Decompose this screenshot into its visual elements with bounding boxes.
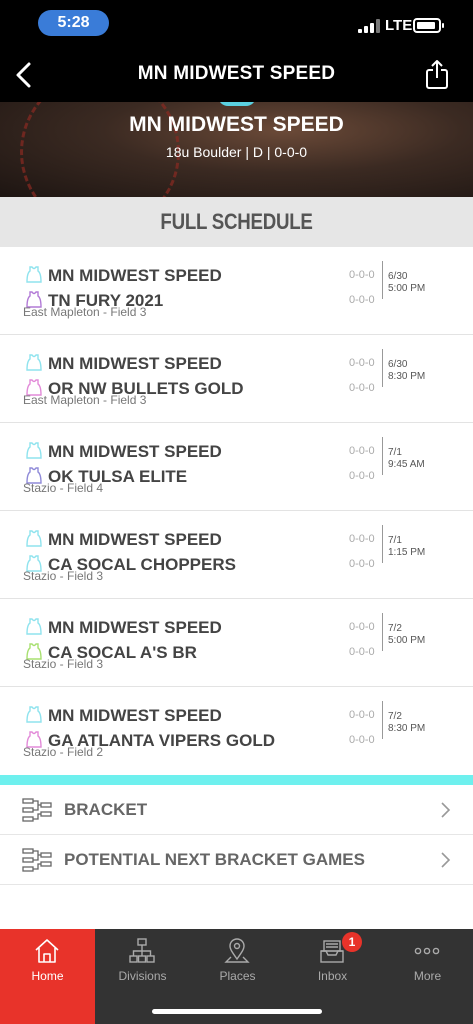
tab-home[interactable]: Home (0, 929, 95, 1024)
divisions-icon (129, 938, 155, 963)
team-home-name: MN MIDWEST SPEED (48, 266, 222, 285)
share-button[interactable] (421, 58, 453, 92)
potential-bracket-games-link[interactable]: POTENTIAL NEXT BRACKET GAMES (0, 835, 473, 885)
game-time: 9:45 AM (388, 459, 425, 470)
bracket-links: BRACKET POTENTIAL NEXT BRACKET GAMES (0, 785, 473, 885)
team-away-record: 0-0-0 (349, 646, 375, 658)
team-home-record: 0-0-0 (349, 621, 375, 633)
team-home-name: MN MIDWEST SPEED (48, 618, 222, 637)
signal-icon (358, 19, 380, 33)
chevron-right-icon (441, 802, 451, 818)
game-date: 7/2 (388, 623, 402, 634)
game-row[interactable]: MN MIDWEST SPEED TN FURY 2021 East Maple… (0, 247, 473, 335)
back-button[interactable] (10, 58, 44, 92)
game-location: East Mapleton - Field 3 (23, 305, 147, 319)
bracket-link[interactable]: BRACKET (0, 785, 473, 835)
game-location: Stazio - Field 3 (23, 657, 104, 671)
team-away-record: 0-0-0 (349, 382, 375, 394)
game-date: 6/30 (388, 359, 408, 370)
team-banner: MN MIDWEST SPEED 18u Boulder | D | 0-0-0 (0, 102, 473, 197)
game-date: 7/1 (388, 447, 402, 458)
team-home-name: MN MIDWEST SPEED (48, 442, 222, 461)
game-time: 5:00 PM (388, 283, 426, 294)
divider (382, 261, 383, 299)
game-list: MN MIDWEST SPEED TN FURY 2021 East Maple… (0, 247, 473, 775)
accent-divider (0, 775, 473, 785)
bracket-label: BRACKET (64, 800, 148, 819)
bracket-icon (22, 798, 52, 822)
game-row[interactable]: MN MIDWEST SPEED OR NW BULLETS GOLD East… (0, 335, 473, 423)
share-icon (426, 60, 448, 89)
divider (382, 525, 383, 563)
chevron-right-icon (441, 852, 451, 868)
tab-more-label: More (413, 969, 442, 983)
game-row[interactable]: MN MIDWEST SPEED CA SOCAL CHOPPERS Stazi… (0, 511, 473, 599)
game-location: Stazio - Field 3 (23, 569, 104, 583)
divider (382, 613, 383, 651)
tab-more[interactable]: More (380, 929, 473, 1024)
home-indicator (152, 1009, 322, 1014)
tab-places-label: Places (219, 969, 256, 983)
team-home-record: 0-0-0 (349, 269, 375, 281)
tab-divisions-label: Divisions (118, 969, 167, 983)
divider (382, 701, 383, 739)
bracket-icon (22, 848, 52, 872)
game-row[interactable]: MN MIDWEST SPEED GA ATLANTA VIPERS GOLD … (0, 687, 473, 775)
team-away-record: 0-0-0 (349, 294, 375, 306)
status-time: 5:28 (38, 10, 109, 36)
places-icon (224, 938, 250, 963)
jersey-icon (26, 706, 42, 723)
team-name: MN MIDWEST SPEED (129, 113, 344, 136)
team-away-record: 0-0-0 (349, 558, 375, 570)
game-location: Stazio - Field 2 (23, 745, 104, 759)
game-time: 8:30 PM (388, 371, 426, 382)
team-home-record: 0-0-0 (349, 533, 375, 545)
home-icon (35, 939, 59, 963)
team-home-record: 0-0-0 (349, 709, 375, 721)
schedule-heading-label: FULL SCHEDULE (160, 209, 313, 234)
team-away-record: 0-0-0 (349, 470, 375, 482)
divider (382, 437, 383, 475)
nav-title: MN MIDWEST SPEED (137, 63, 336, 84)
game-row[interactable]: MN MIDWEST SPEED OK TULSA ELITE Stazio -… (0, 423, 473, 511)
banner-accent (218, 102, 256, 106)
game-time: 5:00 PM (388, 635, 426, 646)
game-date: 6/30 (388, 271, 408, 282)
game-date: 7/1 (388, 535, 402, 546)
schedule-heading: FULL SCHEDULE (0, 197, 473, 247)
game-date: 7/2 (388, 711, 402, 722)
tab-inbox-label: Inbox (317, 969, 348, 983)
jersey-icon (26, 354, 42, 371)
game-location: Stazio - Field 4 (23, 481, 104, 495)
potential-bracket-games-label: POTENTIAL NEXT BRACKET GAMES (64, 850, 365, 869)
status-bar: 5:28 LTE (0, 0, 473, 48)
team-home-name: MN MIDWEST SPEED (48, 530, 222, 549)
nav-bar: MN MIDWEST SPEED (0, 48, 473, 102)
team-home-name: MN MIDWEST SPEED (48, 354, 222, 373)
tab-home-label: Home (31, 969, 64, 983)
team-subtitle: 18u Boulder | D | 0-0-0 (165, 144, 308, 160)
jersey-icon (26, 442, 42, 459)
team-home-record: 0-0-0 (349, 357, 375, 369)
inbox-badge: 1 (342, 932, 362, 952)
team-away-record: 0-0-0 (349, 734, 375, 746)
game-location: East Mapleton - Field 3 (23, 393, 147, 407)
game-time: 8:30 PM (388, 723, 426, 734)
game-time: 1:15 PM (388, 547, 426, 558)
jersey-icon (26, 618, 42, 635)
divider (382, 349, 383, 387)
network-label: LTE (385, 17, 413, 34)
game-row[interactable]: MN MIDWEST SPEED CA SOCAL A'S BR Stazio … (0, 599, 473, 687)
chevron-left-icon (16, 62, 31, 88)
jersey-icon (26, 530, 42, 547)
battery-icon (413, 18, 444, 33)
jersey-icon (26, 266, 42, 283)
team-home-record: 0-0-0 (349, 445, 375, 457)
more-icon (414, 947, 440, 955)
team-home-name: MN MIDWEST SPEED (48, 706, 222, 725)
